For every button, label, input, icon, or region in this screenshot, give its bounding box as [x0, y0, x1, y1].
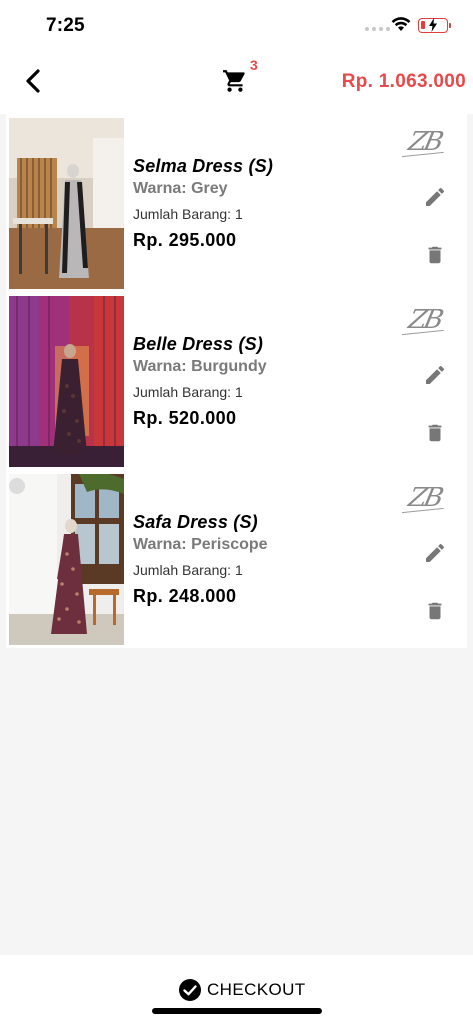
checkout-button[interactable]: CHECKOUT [178, 976, 306, 1004]
product-quantity: Jumlah Barang: 1 [133, 206, 243, 222]
product-quantity: Jumlah Barang: 1 [133, 384, 243, 400]
product-price: Rp. 248.000 [133, 586, 237, 606]
product-price: Rp. 520.000 [133, 408, 237, 428]
product-image[interactable] [9, 296, 124, 467]
status-time: 7:25 [46, 15, 85, 36]
brand-logo: ZB [405, 305, 444, 335]
product-image[interactable] [9, 474, 124, 645]
edit-button[interactable] [420, 538, 450, 568]
cart-item: Belle Dress (S) Warna: Burgundy Jumlah B… [6, 292, 467, 470]
product-name: Selma Dress (S) [133, 156, 274, 176]
trash-icon [428, 602, 442, 620]
pencil-icon [426, 543, 445, 562]
shopping-cart-icon [223, 70, 245, 92]
cart-list: Selma Dress (S) Warna: Grey Jumlah Baran… [6, 114, 467, 648]
home-indicator[interactable] [152, 1008, 322, 1014]
edit-button[interactable] [420, 182, 450, 212]
wifi-icon [391, 17, 411, 37]
pencil-icon [426, 187, 445, 206]
battery-cap [449, 23, 451, 28]
brand-logo: ZB [405, 483, 444, 513]
product-color: Warna: Periscope [133, 536, 268, 553]
delete-button[interactable] [420, 418, 450, 448]
chevron-left-icon [26, 69, 40, 93]
app-header: 3 Rp. 1.063.000 [0, 52, 473, 114]
back-button[interactable] [20, 66, 46, 96]
edit-button[interactable] [420, 360, 450, 390]
delete-button[interactable] [420, 240, 450, 270]
cart-count-badge: 3 [250, 57, 258, 73]
check-circle-icon [179, 979, 201, 1001]
cart-total: Rp. 1.063.000 [341, 71, 466, 92]
battery-icon [418, 18, 448, 33]
product-image[interactable] [9, 118, 124, 289]
product-name: Safa Dress (S) [133, 512, 258, 532]
product-color: Warna: Grey [133, 180, 228, 197]
pencil-icon [426, 365, 445, 384]
status-bar: 7:25 [0, 0, 473, 52]
product-color: Warna: Burgundy [133, 358, 267, 375]
cellular-signal-icon [365, 27, 390, 31]
checkout-label: CHECKOUT [207, 980, 306, 999]
product-quantity: Jumlah Barang: 1 [133, 562, 243, 578]
delete-button[interactable] [420, 596, 450, 626]
product-price: Rp. 295.000 [133, 230, 237, 250]
cart-item: Selma Dress (S) Warna: Grey Jumlah Baran… [6, 114, 467, 292]
bottom-bar: CHECKOUT [0, 955, 473, 1024]
cart-item: Safa Dress (S) Warna: Periscope Jumlah B… [6, 470, 467, 648]
product-name: Belle Dress (S) [133, 334, 264, 354]
cart-button[interactable] [222, 68, 252, 98]
trash-icon [428, 424, 442, 442]
brand-logo: ZB [405, 127, 444, 157]
trash-icon [428, 246, 442, 264]
